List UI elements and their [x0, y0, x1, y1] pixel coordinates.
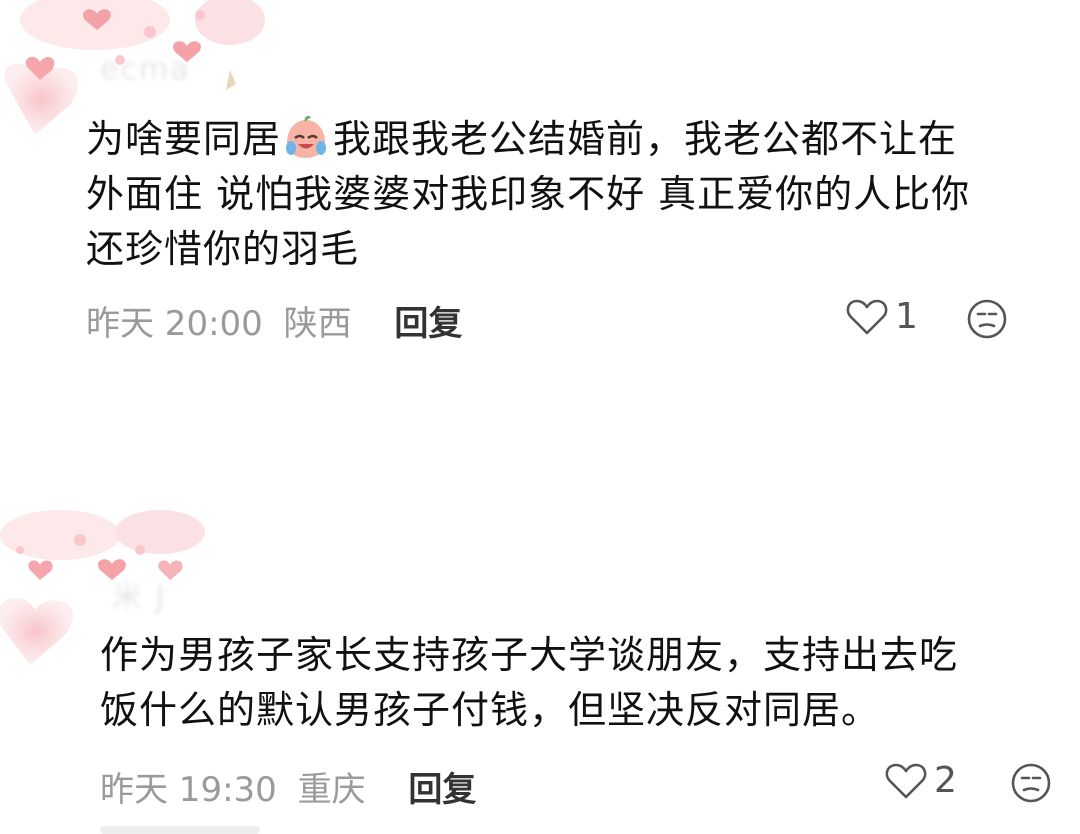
comment-text: 为啥要同居 我跟我老公结婚前，我老公都不让在 外面住 说怕我婆婆对我印象不好 真… [86, 112, 1046, 277]
comment-location: 重庆 [297, 770, 366, 810]
dislike-button[interactable] [966, 298, 1008, 340]
heart-outline-icon [885, 763, 927, 798]
dislike-button[interactable] [1010, 762, 1052, 804]
crying-laughing-emoji-icon [283, 114, 329, 160]
comment-location: 陕西 [283, 304, 352, 344]
like-button[interactable]: 2 [884, 760, 957, 801]
comment-text: 作为男孩子家长支持孩子大学谈朋友，支持出去吃 饭什么的默认男孩子付钱，但坚决反对… [100, 628, 1060, 738]
reply-button[interactable]: 回复 [408, 770, 476, 810]
username[interactable]: ecma [100, 52, 191, 87]
comment-text-line: 外面住 说怕我婆婆对我印象不好 真正爱你的人比你 [86, 172, 971, 216]
meh-face-icon [967, 299, 1007, 339]
heart-outline-icon [846, 299, 888, 334]
comment-text-segment: 为啥要同居 [86, 117, 282, 161]
like-count: 1 [895, 296, 918, 337]
comment-text-line: 还珍惜你的羽毛 [86, 227, 360, 271]
comment-meta: 昨天 19:30 重庆 回复 [100, 762, 486, 811]
comment-time: 昨天 19:30 [100, 770, 277, 810]
next-comment-preview [100, 826, 260, 834]
reply-button[interactable]: 回复 [394, 304, 462, 344]
comment-text-line: 饭什么的默认男孩子付钱，但坚决反对同居。 [100, 688, 881, 732]
comment-meta: 昨天 20:00 陕西 回复 [86, 296, 472, 345]
meh-face-icon [1011, 763, 1051, 803]
like-count: 2 [934, 760, 957, 801]
comment-item: ecma 为啥要同居 我跟我老公结婚前，我老公都不让在 外面住 说怕我婆婆对我印… [0, 0, 1080, 400]
comment-text-segment: 我跟我老公结婚前，我老公都不让在 [333, 117, 958, 161]
like-button[interactable]: 1 [845, 296, 918, 337]
username[interactable]: 米 J [112, 572, 166, 616]
comment-time: 昨天 20:00 [86, 304, 263, 344]
comment-text-line: 为啥要同居 我跟我老公结婚前，我老公都不让在 [86, 112, 1046, 167]
comment-text-line: 作为男孩子家长支持孩子大学谈朋友，支持出去吃 [100, 633, 959, 677]
